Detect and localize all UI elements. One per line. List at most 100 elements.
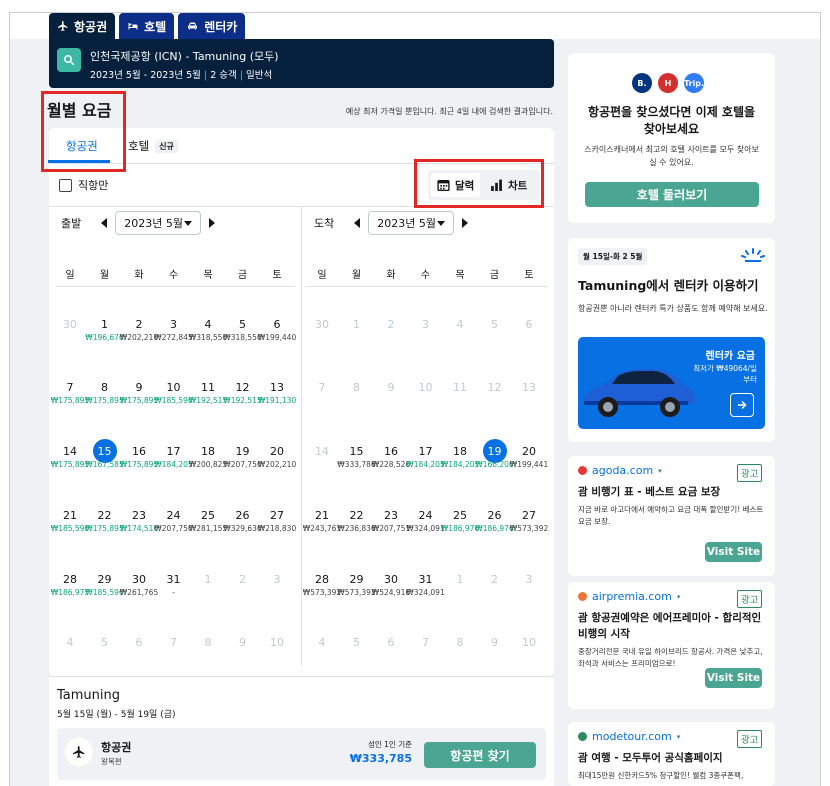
calendar-day[interactable]: 28 [53, 573, 87, 586]
calendar-day[interactable]: 26 [226, 509, 260, 522]
day-price: - [172, 588, 175, 597]
calendar-day[interactable]: 18 [443, 445, 477, 458]
calendar-day[interactable]: 25 [191, 509, 225, 522]
visit-site-button[interactable]: Visit Site [705, 668, 762, 688]
calendar-day[interactable]: 22 [88, 509, 122, 522]
calendar-day[interactable]: 14 [53, 445, 87, 458]
calendar-day[interactable]: 2 [122, 318, 156, 331]
calendar-day[interactable]: 6 [260, 318, 294, 331]
calendar-day: 2 [387, 318, 395, 331]
chevron-down-icon [437, 220, 446, 226]
calendar-day[interactable]: 1 [88, 318, 122, 331]
ad-title[interactable]: 괌 항공권예약은 에어프레미아 - 합리적인 비행의 시작 [578, 610, 766, 642]
weekday-label: 토 [524, 270, 534, 281]
depart-next-month-icon[interactable] [209, 218, 216, 228]
tab-flights[interactable]: 항공권 [49, 13, 116, 39]
arrow-right-icon[interactable] [730, 393, 754, 417]
calendar-day[interactable]: 9 [122, 381, 156, 394]
browse-hotels-button[interactable]: 호텔 둘러보기 [585, 182, 759, 207]
ad-badge: 광고 [737, 730, 763, 748]
calendar-day[interactable]: 10 [157, 381, 191, 394]
calendar-day[interactable]: 4 [191, 318, 225, 331]
subtab-hotels[interactable]: 호텔 신규 [128, 138, 178, 154]
calendar-day[interactable]: 15 [88, 445, 122, 458]
return-next-month-icon[interactable] [462, 218, 469, 228]
calendar-day[interactable]: 7 [53, 381, 87, 394]
ad-title[interactable]: 괌 여행 - 모두투어 공식홈페이지 [578, 750, 766, 766]
calendar-day: 5 [491, 318, 498, 331]
calendar-day[interactable]: 28 [305, 573, 339, 586]
search-summary-bar[interactable]: 인천국제공항 (ICN) - Tamuning (모두) 2023년 5월 - … [49, 39, 554, 88]
return-month-value: 2023년 5월 [377, 217, 436, 230]
calendar-day[interactable]: 24 [409, 509, 443, 522]
visit-site-button[interactable]: Visit Site [705, 542, 762, 562]
calendar-day[interactable]: 29 [88, 573, 122, 586]
calendar-day[interactable]: 8 [88, 381, 122, 394]
return-month-select[interactable]: 2023년 5월 [368, 211, 455, 235]
calendar-day: 4 [66, 636, 74, 649]
calendar-day[interactable]: 21 [53, 509, 87, 522]
calendar-day[interactable]: 16 [374, 445, 408, 458]
ad-description: 중장거리전문 국내 유일 하이브리드 항공사. 가격은 낮추고, 좌석과 서비스… [578, 647, 763, 668]
ad-title[interactable]: 괌 비행기 표 - 베스트 요금 보장 [578, 484, 766, 500]
calendar-day[interactable]: 20 [512, 445, 546, 458]
direct-only-checkbox[interactable]: 직항만 [59, 177, 108, 193]
calendar-day[interactable]: 13 [260, 381, 294, 394]
calendar-day: 10 [270, 636, 284, 649]
calendar-day[interactable]: 29 [340, 573, 374, 586]
calendar-day[interactable]: 23 [122, 509, 156, 522]
result-trip-type: 왕복편 [101, 757, 122, 766]
calendar-day[interactable]: 25 [443, 509, 477, 522]
search-icon[interactable] [57, 48, 81, 72]
calendar-day[interactable]: 22 [340, 509, 374, 522]
find-flights-button[interactable]: 항공편 찾기 [424, 742, 536, 768]
calendar-day[interactable]: 11 [191, 381, 225, 394]
depart-prev-month-icon[interactable] [101, 218, 108, 228]
calendar-day[interactable]: 26 [478, 509, 512, 522]
dropdown-caret-icon: ▾ [676, 592, 681, 601]
day-price: ₩191,130 [257, 396, 297, 405]
calendar-day[interactable]: 5 [226, 318, 260, 331]
calendar-day[interactable]: 16 [122, 445, 156, 458]
calendar-day: 1 [353, 318, 360, 331]
calendar-day: 3 [525, 573, 533, 586]
checkbox-box[interactable] [59, 178, 72, 192]
calendar-day[interactable]: 30 [374, 573, 408, 586]
calendar-day[interactable]: 18 [191, 445, 225, 458]
calendar-day[interactable]: 17 [409, 445, 443, 458]
partner-logo-icon: Trip. [684, 73, 704, 93]
calendar-day[interactable]: 23 [374, 509, 408, 522]
calendar-day[interactable]: 21 [305, 509, 339, 522]
return-prev-month-icon[interactable] [354, 218, 361, 228]
calendar-day[interactable]: 27 [260, 509, 294, 522]
day-price: ₩199,440 [257, 333, 297, 342]
calendar-day[interactable]: 3 [157, 318, 191, 331]
calendar-day[interactable]: 31 [157, 573, 191, 586]
ad-source[interactable]: modetour.com ▾ [578, 730, 680, 743]
weekday-label: 목 [203, 270, 213, 281]
calendar-day[interactable]: 24 [157, 509, 191, 522]
calendar-day: 9 [387, 381, 395, 394]
tab-car-rental[interactable]: 렌터카 [178, 13, 246, 39]
depart-month-select[interactable]: 2023년 5월 [115, 211, 202, 235]
calendar-day[interactable]: 15 [340, 445, 374, 458]
result-row: 항공권 왕복편 성인 1인 기준 ₩333,785 항공편 찾기 [57, 728, 546, 780]
calendar-day[interactable]: 19 [478, 445, 512, 458]
calendar-day[interactable]: 20 [260, 445, 294, 458]
ad-source[interactable]: airpremia.com ▾ [578, 590, 680, 603]
calendar-day[interactable]: 27 [512, 509, 546, 522]
annotation-box-title [41, 91, 126, 172]
day-price: ₩573,392 [509, 524, 549, 533]
tab-hotels[interactable]: 호텔 [119, 13, 175, 39]
ad-source[interactable]: agoda.com ▾ [578, 464, 662, 477]
calendar-day[interactable]: 12 [226, 381, 260, 394]
calendar-day: 14 [315, 445, 329, 458]
partner-logo-icon: B. [632, 73, 652, 93]
calendar-day[interactable]: 17 [157, 445, 191, 458]
calendar-day[interactable]: 30 [122, 573, 156, 586]
car-rental-banner[interactable]: 렌터카 요금 최저가 ₩49064/일부터 [578, 337, 765, 429]
ad-badge: 광고 [737, 464, 763, 482]
calendar-day[interactable]: 19 [226, 445, 260, 458]
result-price: ₩333,785 [349, 752, 412, 765]
calendar-day[interactable]: 31 [409, 573, 443, 586]
